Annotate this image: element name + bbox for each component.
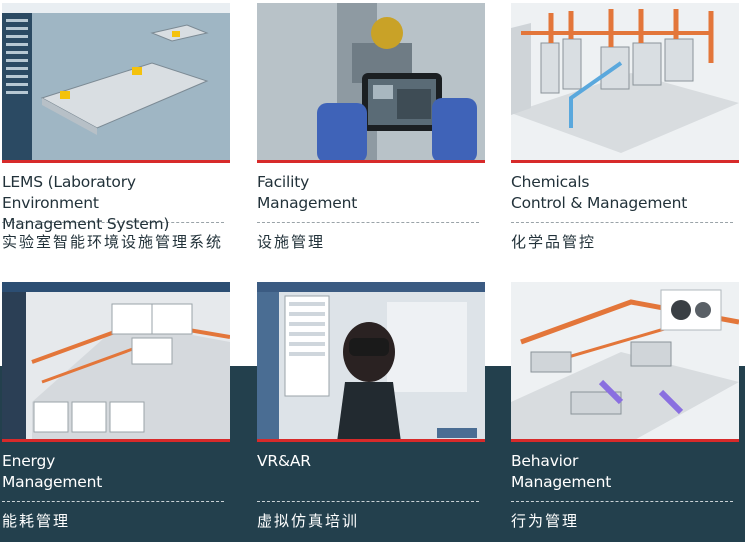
tablet-inspection-image <box>257 3 485 163</box>
card-title: VR&AR <box>257 452 311 470</box>
card-title: Facility Management <box>257 173 358 212</box>
dashed-divider <box>257 501 479 502</box>
facility-thumbnail[interactable] <box>257 3 485 163</box>
card-lems[interactable]: LEMS (Laboratory Environment Management … <box>2 3 230 252</box>
card-title: Energy Management <box>2 452 103 491</box>
dashed-divider <box>257 222 479 223</box>
card-title: Behavior Management <box>511 452 612 491</box>
energy-thumbnail[interactable] <box>2 282 230 442</box>
card-chemicals-control[interactable]: Chemicals Control & Management 化学品管控 <box>511 3 739 252</box>
behavior-thumbnail[interactable] <box>511 282 739 442</box>
lems-3d-floorplan-image <box>2 3 230 163</box>
card-subtitle: 化学品管控 <box>511 233 597 251</box>
lems-thumbnail[interactable] <box>2 3 230 163</box>
card-subtitle: 实验室智能环境设施管理系统 <box>2 233 224 251</box>
dashed-divider <box>511 222 733 223</box>
card-subtitle: 设施管理 <box>257 233 326 251</box>
vr-training-image <box>257 282 485 442</box>
chemicals-thumbnail[interactable] <box>511 3 739 163</box>
card-facility-management[interactable]: Facility Management 设施管理 <box>257 3 485 252</box>
chemical-storage-image <box>511 3 739 163</box>
card-behavior-management[interactable]: Behavior Management 行为管理 <box>511 282 739 531</box>
dashed-divider <box>511 501 733 502</box>
card-subtitle: 虚拟仿真培训 <box>257 512 360 530</box>
card-subtitle: 行为管理 <box>511 512 580 530</box>
card-title: LEMS (Laboratory Environment Management … <box>2 173 170 233</box>
card-subtitle: 能耗管理 <box>2 512 71 530</box>
card-energy-management[interactable]: Energy Management 能耗管理 <box>2 282 230 531</box>
card-title: Chemicals Control & Management <box>511 173 688 212</box>
vr-thumbnail[interactable] <box>257 282 485 442</box>
lab-ventilation-image <box>511 282 739 442</box>
card-vr-ar[interactable]: VR&AR 虚拟仿真培训 <box>257 282 485 531</box>
energy-dashboard-image <box>2 282 230 442</box>
dashed-divider <box>2 501 224 502</box>
